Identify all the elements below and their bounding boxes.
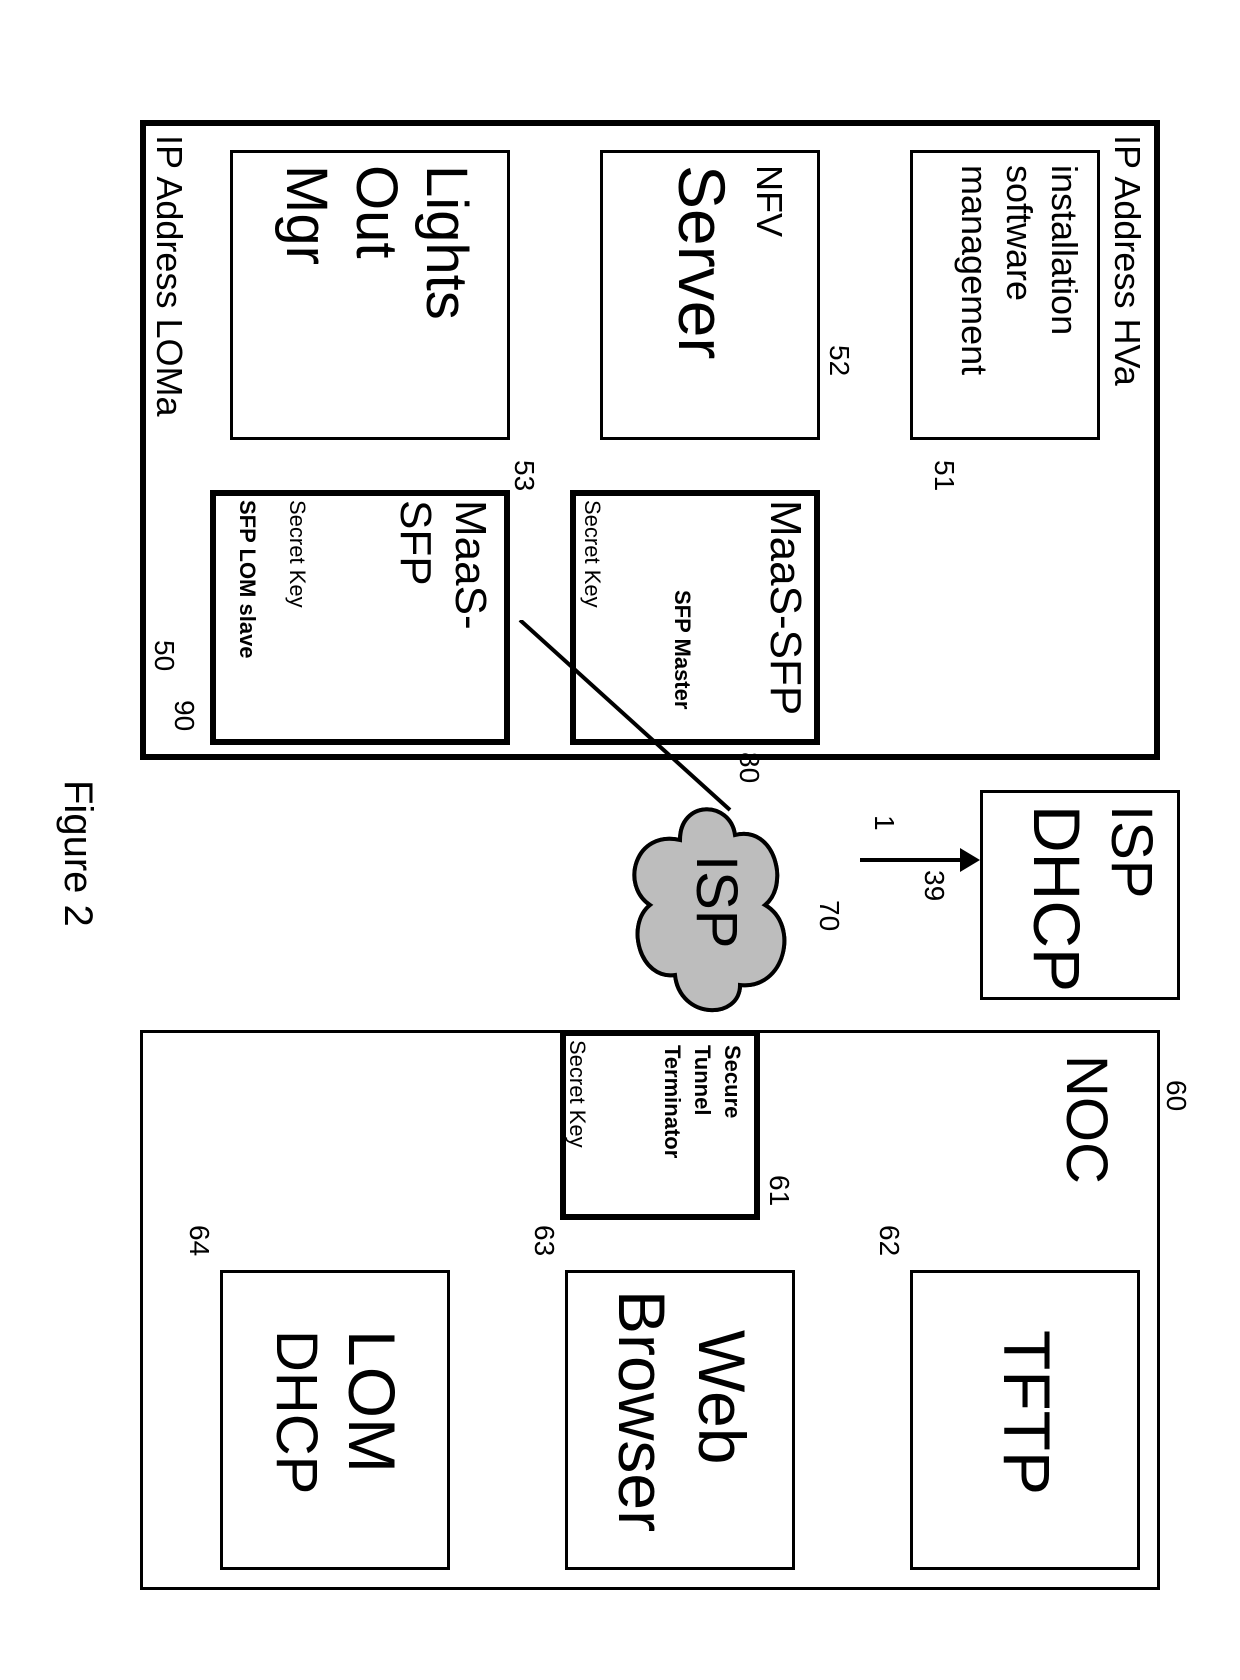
lights-id: 53 xyxy=(508,460,540,491)
lom-l1: LOM xyxy=(334,1330,410,1473)
isp-l2: DHCP xyxy=(1019,805,1095,992)
diagram-stage: 50 IP Address HVa IP Address LOMa instal… xyxy=(0,0,1240,1680)
install-l1: installation xyxy=(1043,165,1085,335)
stt-id: 61 xyxy=(763,1175,795,1206)
stt-l1: Secure xyxy=(719,1045,745,1118)
web-box xyxy=(565,1270,795,1570)
stt-key: Secret Key xyxy=(564,1040,590,1148)
arrow-id-39: 39 xyxy=(918,870,950,901)
left-outer-id: 50 xyxy=(148,640,180,671)
web-l1: Web xyxy=(684,1330,760,1465)
arrow-one: 1 xyxy=(868,815,900,831)
sfp-bot-key: Secret Key xyxy=(284,500,310,608)
sfp-bot-t1: MaaS- xyxy=(445,500,495,630)
lom-id: 64 xyxy=(183,1225,215,1256)
lights-l3: Mgr xyxy=(273,165,340,265)
stt-l2: Tunnel xyxy=(689,1045,715,1115)
nfv-id: 52 xyxy=(823,345,855,376)
lights-l2: Out xyxy=(343,165,410,259)
cloud-id: 70 xyxy=(813,900,845,931)
tftp-label: TFTP xyxy=(989,1330,1065,1495)
tftp-id: 62 xyxy=(873,1225,905,1256)
stt-l3: Terminator xyxy=(659,1045,685,1158)
sfp-bot-id: 90 xyxy=(168,700,200,731)
nfv-l1: NFV xyxy=(748,165,790,237)
sfp-bot-sub: SFP LOM slave xyxy=(234,500,260,659)
web-id: 63 xyxy=(528,1225,560,1256)
figure-label: Figure 2 xyxy=(55,780,100,927)
isp-l1: ISP xyxy=(1098,805,1165,899)
sfp-top-key: Secret Key xyxy=(579,500,605,608)
lom-l2: DHCP xyxy=(263,1330,330,1494)
nfv-l2: Server xyxy=(664,165,740,359)
ip-bottom: IP Address LOMa xyxy=(148,135,190,416)
lights-l1: Lights xyxy=(413,165,480,320)
install-id: 51 xyxy=(928,460,960,491)
cloud-label: ISP xyxy=(683,855,750,949)
install-l2: software xyxy=(998,165,1040,301)
install-l3: management xyxy=(953,165,995,375)
cloud-link xyxy=(510,620,770,820)
sfp-bot-t2: SFP xyxy=(390,500,440,586)
right-outer-id: 60 xyxy=(1160,1080,1192,1111)
web-l2: Browser xyxy=(604,1290,680,1532)
noc-label: NOC xyxy=(1053,1055,1120,1184)
ip-top: IP Address HVa xyxy=(1106,135,1148,386)
